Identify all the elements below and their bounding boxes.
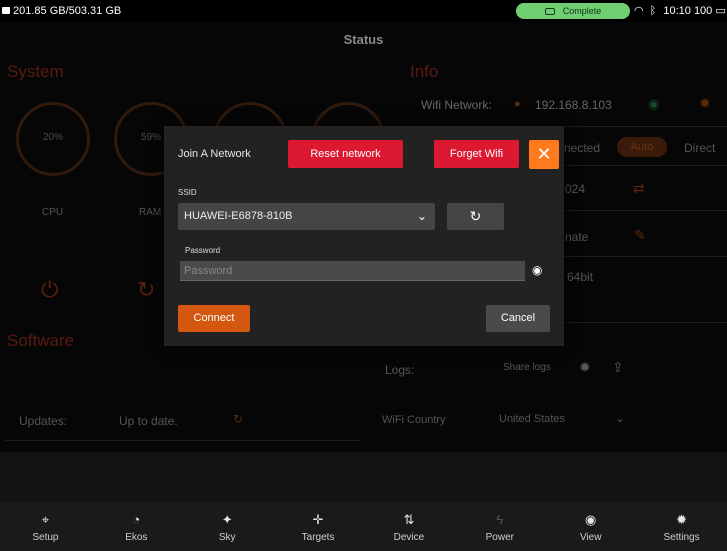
password-label: Password [185, 246, 221, 255]
system-icons: ◠ ᛒ 10:10 100 ▭ [634, 4, 726, 17]
cancel-button[interactable]: Cancel [486, 305, 550, 332]
join-network-dialog: Join A Network Reset network Forget Wifi… [164, 126, 564, 346]
wifi-country-select[interactable]: United States [499, 413, 565, 425]
content-footer-gap [0, 452, 727, 502]
storage-text: 201.85 GB/503.31 GB [13, 5, 122, 17]
wifi-settings-icon[interactable]: ✹ [699, 95, 711, 112]
refresh-icon: ↻ [469, 208, 482, 224]
cpu-label: CPU [42, 207, 64, 218]
forget-wifi-button[interactable]: Forget Wifi [434, 140, 519, 168]
nav-power-label: Power [485, 532, 514, 543]
chevron-down-icon[interactable]: ⌄ [615, 411, 625, 425]
software-section-title: Software [7, 331, 75, 350]
system-section-title: System [7, 62, 64, 81]
refresh-networks-button[interactable]: ↻ [447, 203, 504, 230]
cpu-gauge: 20% [16, 102, 90, 176]
info-section-title: Info [410, 62, 439, 81]
ssid-value: HUAWEI-E6878-810B [184, 210, 293, 222]
password-input[interactable] [180, 261, 525, 281]
wifi-icon: ◠ [634, 5, 644, 17]
nav-ekos[interactable]: ◔ Ekos [91, 502, 182, 551]
power-icon: ϟ [496, 512, 504, 527]
updates-value: Up to date. [119, 414, 178, 428]
nav-device-label: Device [393, 532, 425, 543]
status-bar: 201.85 GB/503.31 GB Complete ◠ ᛒ 10:10 1… [0, 0, 727, 22]
bottom-navigation: ⌖ Setup ◔ Ekos ✦ Sky ✛ Targets ⇅ Device ϟ Powe… [0, 502, 727, 551]
ip-address: 192.168.8.103 [535, 98, 612, 112]
nav-view-label: View [579, 532, 602, 543]
nav-sky[interactable]: ✦ Sky [182, 502, 273, 551]
dialog-title: Join A Network [178, 148, 251, 160]
edit-icon[interactable]: ✎ [634, 227, 646, 244]
divider [5, 440, 361, 441]
show-password-icon[interactable]: ◉ [532, 263, 542, 277]
cpu-gauge-value: 20% [42, 132, 63, 143]
clock-text: 10:10 [663, 5, 691, 17]
setup-icon: ⌖ [41, 512, 50, 527]
ekos-icon: ◔ [132, 512, 141, 527]
restart-icon[interactable]: ↻ [137, 277, 155, 303]
bluetooth-icon: ᛒ [649, 5, 657, 17]
nav-targets[interactable]: ✛ Targets [273, 502, 364, 551]
logs-label: Logs: [385, 363, 415, 377]
close-button[interactable]: ✕ [529, 140, 559, 169]
view-icon: ◉ [585, 512, 597, 527]
direct-mode-toggle[interactable]: Direct [684, 141, 715, 155]
status-pill-label: Complete [562, 6, 602, 16]
sky-icon: ✦ [221, 512, 233, 527]
info-row-value: 024 [565, 182, 586, 196]
close-icon: ✕ [536, 144, 552, 164]
ssid-select[interactable]: HUAWEI-E6878-810B ⌄ [178, 203, 435, 230]
chevron-down-icon: ⌄ [416, 209, 427, 223]
nav-setup-label: Setup [32, 532, 59, 543]
camera-icon [544, 8, 555, 15]
nav-setup[interactable]: ⌖ Setup [0, 502, 91, 551]
share-logs-button[interactable]: Share logs [503, 362, 551, 373]
battery-text: 100 [693, 5, 713, 17]
updates-label: Updates: [19, 414, 68, 428]
connect-button[interactable]: Connect [178, 305, 250, 332]
nav-settings[interactable]: ✹ Settings [636, 502, 727, 551]
storage-indicator: 201.85 GB/503.31 GB [2, 5, 121, 17]
hostname-value: nate [565, 230, 589, 244]
nav-sky-label: Sky [218, 532, 236, 543]
targets-icon: ✛ [312, 512, 324, 527]
check-updates-icon[interactable]: ↻ [233, 412, 243, 426]
device-icon: ⇅ [403, 512, 415, 527]
nav-device[interactable]: ⇅ Device [364, 502, 455, 551]
nav-targets-label: Targets [301, 532, 335, 543]
logs-settings-icon[interactable]: ✹ [579, 359, 591, 376]
info-icon: ● [514, 98, 521, 110]
status-pill[interactable]: Complete [516, 3, 630, 19]
os-value: 64bit [567, 270, 594, 284]
power-off-icon[interactable]: ⏻ [41, 277, 58, 303]
nav-power[interactable]: ϟ Power [454, 502, 545, 551]
wifi-country-label: WiFi Country [382, 414, 446, 426]
auto-mode-toggle[interactable]: Auto [617, 137, 667, 157]
nav-ekos-label: Ekos [125, 532, 148, 543]
connected-text: nected [564, 141, 601, 155]
sd-card-icon [2, 7, 10, 14]
upload-icon[interactable]: ⇪ [612, 359, 624, 376]
reset-network-button[interactable]: Reset network [288, 140, 403, 168]
sync-time-icon[interactable]: ⇄ [633, 180, 645, 197]
ssid-label: SSID [178, 188, 197, 197]
battery-icon: ▭ [715, 5, 726, 17]
wifi-status-icon: ◉ [648, 96, 660, 111]
settings-icon: ✹ [676, 512, 688, 527]
page-title: Status [343, 32, 384, 47]
ram-label: RAM [139, 207, 162, 218]
nav-settings-label: Settings [663, 532, 700, 543]
wifi-network-label: Wifi Network: [421, 98, 492, 112]
nav-view[interactable]: ◉ View [545, 502, 636, 551]
